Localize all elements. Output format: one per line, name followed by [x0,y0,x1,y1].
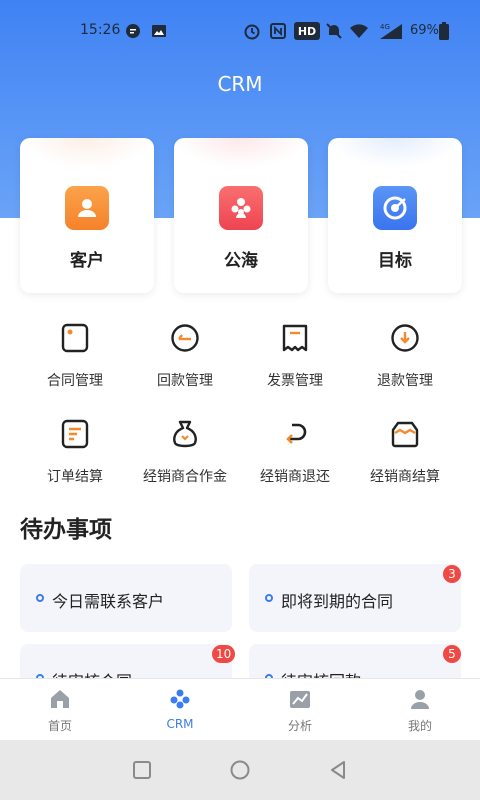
image-icon [150,22,168,40]
home-button[interactable] [228,758,252,782]
invoice-icon [279,322,311,354]
signal-icon: 4G [374,22,404,40]
target-card-label: 目标 [378,251,412,271]
grid-item-invoice[interactable]: 发票管理 [235,322,355,402]
grid-item-dealer-return[interactable]: 经销商退还 [235,418,355,498]
tab-analysis[interactable]: 分析 [240,679,360,741]
home-icon [48,687,72,711]
recents-button[interactable] [130,758,154,782]
count-badge: 5 [443,645,461,663]
card-glow [328,138,462,168]
customer-card[interactable]: 客户 [20,138,154,293]
tab-label: 我的 [407,719,432,733]
chat-bubble-icon [124,22,142,40]
tab-label: CRM [166,717,194,731]
bullet-icon [265,594,273,602]
mute-icon [324,22,344,40]
grid-label: 回款管理 [157,373,213,389]
card-glow [20,138,154,168]
battery-icon [438,22,450,40]
nfc-icon [268,22,288,40]
system-navigation-bar [0,740,480,800]
status-bar: 15:26 HD 4G 69% [0,0,480,62]
battery-percent: 69% [410,23,439,38]
people-icon [219,186,263,230]
bottom-tab-bar: 首页 CRM 分析 我的 [0,678,480,740]
bullet-icon [36,594,44,602]
hd-icon: HD [294,22,320,40]
grid-label: 经销商结算 [370,469,440,485]
grid-item-contract[interactable]: 合同管理 [15,322,135,402]
svg-text:4G: 4G [380,23,390,31]
person-icon [65,186,109,230]
grid-item-refund[interactable]: 退款管理 [345,322,465,402]
todo-section-title: 待办事项 [20,517,112,543]
tab-crm[interactable]: CRM [120,679,240,741]
return-arrow-icon [279,418,311,450]
crm-icon [168,687,192,711]
target-card[interactable]: 目标 [328,138,462,293]
grid-item-dealer-fund[interactable]: 经销商合作金 [125,418,245,498]
back-button[interactable] [326,758,350,782]
settlement-icon [389,418,421,450]
profile-icon [408,687,432,711]
target-icon [373,186,417,230]
public-pool-card-label: 公海 [224,251,258,271]
tab-profile[interactable]: 我的 [360,679,480,741]
count-badge: 10 [212,645,236,663]
grid-label: 合同管理 [47,373,103,389]
contract-icon [59,322,91,354]
tab-label: 首页 [47,719,72,733]
money-bag-icon [169,418,201,450]
order-icon [59,418,91,450]
refund-icon [389,322,421,354]
grid-label: 发票管理 [267,373,323,389]
grid-item-dealer-settlement[interactable]: 经销商结算 [345,418,465,498]
todo-label: 即将到期的合同 [281,592,394,611]
page-title: CRM [217,72,263,96]
chart-icon [288,687,312,711]
todo-contact-customers[interactable]: 今日需联系客户 [20,564,232,632]
todo-expiring-contracts[interactable]: 即将到期的合同 3 [249,564,461,632]
alarm-icon [242,22,262,40]
grid-label: 经销商退还 [260,469,330,485]
grid-label: 订单结算 [47,469,103,485]
card-glow [174,138,308,168]
grid-item-order-settlement[interactable]: 订单结算 [15,418,135,498]
wifi-icon [348,22,370,40]
grid-label: 退款管理 [377,373,433,389]
customer-card-label: 客户 [70,251,104,271]
tab-home[interactable]: 首页 [0,679,120,741]
grid-label: 经销商合作金 [143,469,227,485]
todo-label: 今日需联系客户 [52,592,165,611]
payment-return-icon [169,322,201,354]
status-time: 15:26 [80,22,121,38]
grid-item-payment-return[interactable]: 回款管理 [125,322,245,402]
tab-label: 分析 [287,719,312,733]
count-badge: 3 [443,565,461,583]
public-pool-card[interactable]: 公海 [174,138,308,293]
